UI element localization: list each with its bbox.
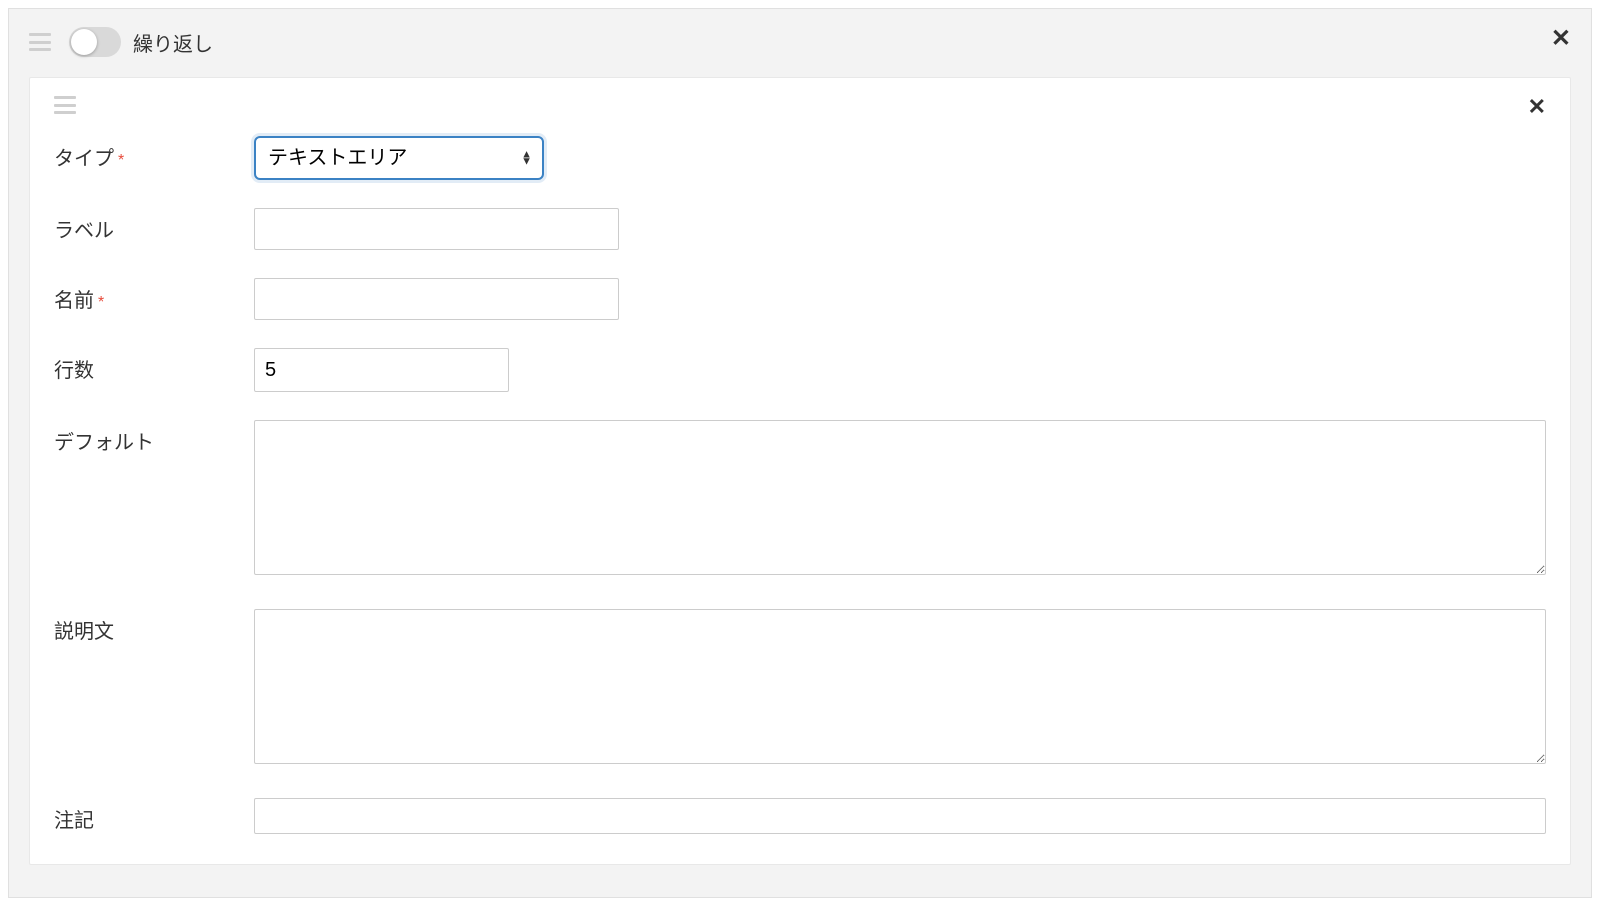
inner-drag-handle-icon[interactable]: [54, 96, 76, 114]
row-rows: 行数: [54, 348, 1546, 392]
label-default: デフォルト: [54, 420, 254, 455]
control-default: [254, 420, 1546, 581]
type-select-wrap: テキストエリア ▲▼: [254, 136, 544, 180]
required-marker: *: [118, 152, 124, 169]
row-description: 説明文: [54, 609, 1546, 770]
default-textarea[interactable]: [254, 420, 1546, 575]
label-description: 説明文: [54, 609, 254, 644]
row-default: デフォルト: [54, 420, 1546, 581]
label-type: タイプ*: [54, 136, 254, 171]
row-type: タイプ* テキストエリア ▲▼: [54, 136, 1546, 180]
required-marker-name: *: [98, 294, 104, 311]
close-icon[interactable]: ✕: [1551, 27, 1571, 51]
label-input[interactable]: [254, 208, 619, 250]
label-rows: 行数: [54, 348, 254, 383]
note-input[interactable]: [254, 798, 1546, 834]
row-label: ラベル: [54, 208, 1546, 250]
inner-close-icon[interactable]: ✕: [1528, 96, 1546, 118]
description-textarea[interactable]: [254, 609, 1546, 764]
toggle-knob: [71, 29, 97, 55]
control-description: [254, 609, 1546, 770]
label-label: ラベル: [54, 208, 254, 243]
outer-header: 繰り返し ✕: [9, 9, 1591, 67]
control-name: [254, 278, 1546, 320]
row-name: 名前*: [54, 278, 1546, 320]
row-note: 注記: [54, 798, 1546, 834]
type-select[interactable]: テキストエリア: [254, 136, 544, 180]
label-name: 名前*: [54, 278, 254, 313]
repeat-toggle[interactable]: [69, 27, 121, 57]
control-note: [254, 798, 1546, 834]
outer-panel: 繰り返し ✕ ✕ タイプ* テキストエリア ▲▼: [8, 8, 1592, 898]
drag-handle-icon[interactable]: [29, 33, 51, 51]
control-label: [254, 208, 1546, 250]
inner-header: ✕: [54, 96, 1546, 114]
label-note: 注記: [54, 798, 254, 833]
control-type: テキストエリア ▲▼: [254, 136, 1546, 180]
repeat-toggle-label: 繰り返し: [133, 28, 213, 57]
label-type-text: タイプ: [54, 148, 114, 170]
control-rows: [254, 348, 1546, 392]
inner-panel: ✕ タイプ* テキストエリア ▲▼ ラベル: [29, 77, 1571, 865]
label-name-text: 名前: [54, 290, 94, 312]
rows-input[interactable]: [254, 348, 509, 392]
name-input[interactable]: [254, 278, 619, 320]
